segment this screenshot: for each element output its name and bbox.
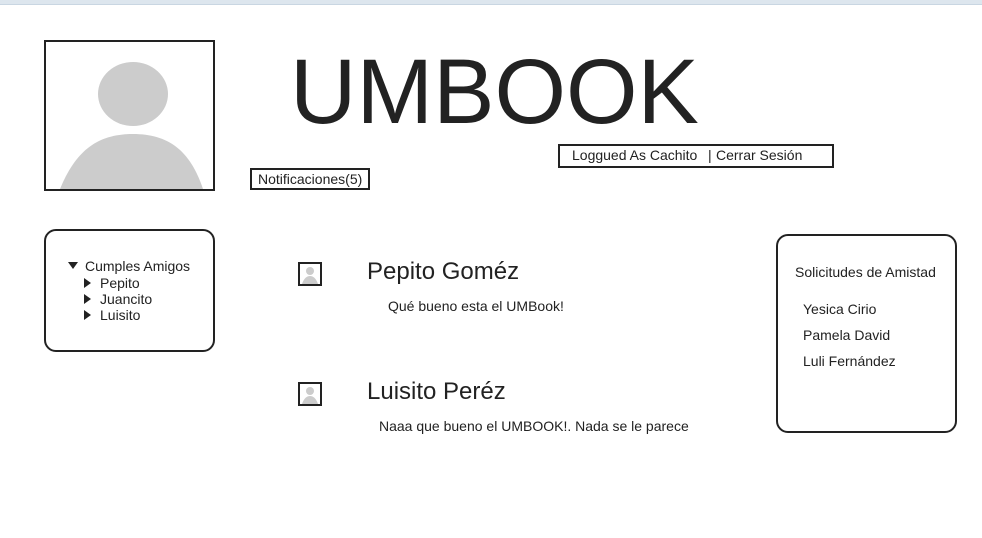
birthday-item[interactable]: Juancito (84, 291, 152, 307)
birthdays-title: Cumples Amigos (85, 258, 191, 274)
user-silhouette-icon (60, 62, 203, 189)
birthdays-panel: Cumples Amigos Pepito Juancito Luisito (44, 229, 215, 352)
user-silhouette-icon (302, 387, 318, 404)
post-text: Qué bueno esta el UMBook! (388, 298, 564, 314)
triangle-right-icon (84, 294, 91, 304)
birthday-item-label: Pepito (100, 275, 140, 291)
triangle-right-icon (84, 310, 91, 320)
post-item: Luisito Peréz Naaa que bueno el UMBOOK!.… (298, 378, 718, 442)
browser-top-strip (0, 0, 982, 5)
post-author-name[interactable]: Luisito Peréz (367, 378, 506, 406)
post-author-avatar[interactable] (298, 262, 322, 286)
birthday-item[interactable]: Pepito (84, 275, 152, 291)
triangle-down-icon (68, 262, 78, 269)
birthdays-list: Pepito Juancito Luisito (84, 275, 152, 323)
friend-request-item[interactable]: Luli Fernández (803, 352, 896, 378)
birthday-item-label: Luisito (100, 307, 141, 323)
post-text: Naaa que bueno el UMBOOK!. Nada se le pa… (379, 418, 689, 434)
user-silhouette-icon (302, 267, 318, 284)
post-author-name[interactable]: Pepito Goméz (367, 258, 519, 286)
triangle-right-icon (84, 278, 91, 288)
birthday-item-label: Juancito (100, 291, 153, 307)
friend-requests-panel: Solicitudes de Amistad Yesica Cirio Pame… (776, 234, 957, 433)
session-bar: Loggued As Cachito | Cerrar Sesión (558, 144, 834, 168)
post-author-avatar[interactable] (298, 382, 322, 406)
friend-requests-list: Yesica Cirio Pamela David Luli Fernández (803, 300, 896, 378)
profile-avatar[interactable] (44, 40, 215, 191)
logged-user-label: Loggued As Cachito (572, 147, 698, 163)
logout-link[interactable]: Cerrar Sesión (716, 146, 802, 164)
friend-requests-title: Solicitudes de Amistad (795, 264, 936, 280)
birthday-item[interactable]: Luisito (84, 307, 152, 323)
app-title: UMBOOK (290, 41, 699, 143)
friend-request-item[interactable]: Pamela David (803, 326, 896, 352)
notifications-button[interactable]: Notificaciones(5) (250, 168, 371, 190)
post-item: Pepito Goméz Qué bueno esta el UMBook! (298, 258, 718, 322)
friend-request-item[interactable]: Yesica Cirio (803, 300, 896, 326)
birthdays-tree-root[interactable]: Cumples Amigos (68, 258, 190, 274)
session-separator: | (708, 147, 712, 163)
